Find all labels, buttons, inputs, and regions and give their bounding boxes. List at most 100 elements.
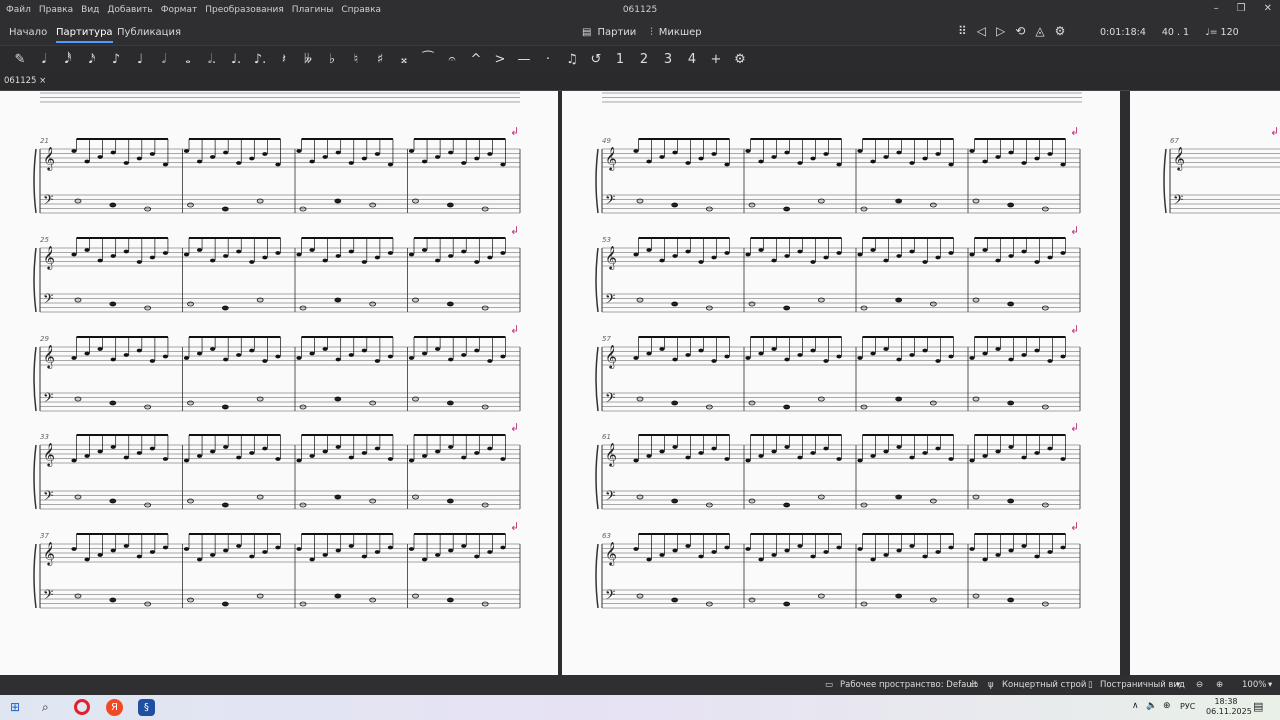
zoom-level[interactable]: 100% <box>1242 680 1266 690</box>
notifications-icon[interactable]: ▤ <box>1253 700 1263 713</box>
toolbar-tool-8-icon[interactable]: 𝅗𝅥. <box>200 52 224 67</box>
system-break-icon[interactable]: ↲ <box>510 520 519 533</box>
toolbar-tool-7-icon[interactable]: 𝅝 <box>176 52 200 67</box>
tray-chevron-icon[interactable]: ∧ <box>1132 701 1139 711</box>
toolbar-tool-22-icon[interactable]: · <box>536 52 560 67</box>
metronome-icon[interactable]: ◬ <box>1035 24 1044 38</box>
toolbar-tool-11-icon[interactable]: 𝄽 <box>272 52 296 67</box>
system-29[interactable]: 𝄞 𝄢 29 ↲ <box>33 323 521 412</box>
toolbar-tool-27-icon[interactable]: 3 <box>656 52 680 67</box>
close-tab-icon[interactable]: × <box>39 76 46 86</box>
toolbar-tool-12-icon[interactable]: 𝄫 <box>296 52 320 67</box>
system-break-icon[interactable]: ↲ <box>510 224 519 237</box>
system-33[interactable]: 𝄞 𝄢 33 ↲ <box>33 421 521 510</box>
tab-home[interactable]: Начало <box>9 24 47 41</box>
system-37[interactable]: 𝄞 𝄢 37 ↲ <box>33 520 521 609</box>
toolbar-tool-14-icon[interactable]: ♮ <box>344 52 368 67</box>
treble-clef-icon: 𝄞 <box>1173 146 1185 171</box>
clock[interactable]: 18:38 06.11.2025 <box>1206 697 1252 717</box>
system-67[interactable]: 𝄞 𝄢 67 ↲ <box>1163 125 1280 214</box>
toolbar-tool-9-icon[interactable]: ♩. <box>224 52 248 67</box>
system-break-icon[interactable]: ↲ <box>510 323 519 336</box>
opera-icon[interactable] <box>74 699 90 715</box>
bass-clef-icon: 𝄢 <box>605 587 615 606</box>
toolbar-tool-19-icon[interactable]: ^ <box>464 52 488 67</box>
parts-icon[interactable]: ▤ <box>582 27 591 38</box>
concert-pitch-icon[interactable]: ▭ <box>970 680 978 690</box>
system-break-icon[interactable]: ↲ <box>1070 125 1079 138</box>
bass-clef-icon: 𝄢 <box>43 488 53 507</box>
toolbar-tool-16-icon[interactable]: 𝄪 <box>392 52 416 67</box>
zoom-out-icon[interactable]: ⊖ <box>1196 680 1203 690</box>
yandex-browser-icon[interactable]: Я <box>106 699 123 716</box>
tab-publish[interactable]: Публикация <box>117 24 181 41</box>
loop-icon[interactable]: ⟲ <box>1015 24 1025 38</box>
system-61[interactable]: 𝄞 𝄢 61 ↲ <box>595 421 1081 510</box>
system-break-icon[interactable]: ↲ <box>1270 125 1279 138</box>
speaker-icon[interactable]: 🔈 <box>1146 701 1157 711</box>
document-tab[interactable]: 061125 × <box>4 76 46 86</box>
system-57[interactable]: 𝄞 𝄢 57 ↲ <box>595 323 1081 412</box>
search-icon[interactable]: ⌕ <box>42 700 49 715</box>
system-break-icon[interactable]: ↲ <box>510 421 519 434</box>
toolbar-tool-18-icon[interactable]: 𝄐 <box>440 52 464 67</box>
toolbar-tool-13-icon[interactable]: ♭ <box>320 52 344 67</box>
network-icon[interactable]: ⊕ <box>1163 701 1171 711</box>
playback-settings-icon[interactable]: ⚙ <box>1055 24 1066 38</box>
system-21[interactable]: 𝄞 𝄢 21 ↲ <box>33 125 521 214</box>
musescore-icon[interactable]: § <box>138 699 155 716</box>
system-break-icon[interactable]: ↲ <box>1070 224 1079 237</box>
mixer-button[interactable]: Микшер <box>659 27 702 38</box>
view-mode-selector[interactable]: Постраничный вид <box>1100 680 1185 690</box>
concert-pitch-toggle[interactable]: Концертный строй <box>1002 680 1086 690</box>
system-break-icon[interactable]: ↲ <box>1070 520 1079 533</box>
toolbar-tool-21-icon[interactable]: — <box>512 52 536 67</box>
zoom-chevron-icon[interactable]: ▾ <box>1268 680 1272 690</box>
toolbar-tool-23-icon[interactable]: ♫ <box>560 52 584 67</box>
system-break-icon[interactable]: ↲ <box>1070 323 1079 336</box>
score-page-1[interactable]: 𝄞 𝄢 21 ↲ 𝄞 𝄢 25 ↲ 𝄞 𝄢 29 ↲ 𝄞 𝄢 33 ↲ 𝄞 𝄢 37 ↲ <box>0 91 558 675</box>
system-63[interactable]: 𝄞 𝄢 63 ↲ <box>595 520 1081 609</box>
keyboard-language[interactable]: РУС <box>1180 702 1195 711</box>
toolbar-tool-2-icon[interactable]: 𝅘𝅥𝅰 <box>56 52 80 67</box>
score-page-2[interactable]: 𝄞 𝄢 49 ↲ 𝄞 𝄢 53 ↲ 𝄞 𝄢 57 ↲ 𝄞 𝄢 61 ↲ 𝄞 𝄢 63 ↲ <box>562 91 1120 675</box>
toolbar-tool-6-icon[interactable]: 𝅗𝅥 <box>152 52 176 67</box>
score-page-3[interactable]: 𝄞 𝄢 67 ↲ <box>1130 91 1280 675</box>
treble-clef-icon: 𝄞 <box>43 344 55 369</box>
toolbar-tool-1-icon[interactable]: 𝅘𝅥 <box>32 52 56 67</box>
close-icon[interactable]: ✕ <box>1264 3 1272 14</box>
score-canvas[interactable]: 𝄞 𝄢 21 ↲ 𝄞 𝄢 25 ↲ 𝄞 𝄢 29 ↲ 𝄞 𝄢 33 ↲ 𝄞 𝄢 37 ↲ 𝄞 𝄢 49 ↲ 𝄞 𝄢 53 ↲ 𝄞 𝄢 57… <box>0 91 1280 675</box>
toolbar-tool-29-icon[interactable]: + <box>704 52 728 67</box>
toolbar-tool-24-icon[interactable]: ↺ <box>584 52 608 67</box>
toolbar-tool-26-icon[interactable]: 2 <box>632 52 656 67</box>
workspace-icon: ▭ <box>825 680 834 690</box>
toolbar-tool-3-icon[interactable]: 𝅘𝅥𝅯 <box>80 52 104 67</box>
mixer-icon[interactable]: ⫶ <box>650 27 653 38</box>
drag-handle-icon[interactable]: ⠿ <box>958 24 967 38</box>
play-icon[interactable]: ▷ <box>996 24 1005 38</box>
system-49[interactable]: 𝄞 𝄢 49 ↲ <box>595 125 1081 214</box>
toolbar-tool-0-icon[interactable]: ✎ <box>8 52 32 67</box>
tab-score[interactable]: Партитура <box>56 24 113 43</box>
toolbar-tool-28-icon[interactable]: 4 <box>680 52 704 67</box>
chevron-down-icon[interactable]: ▾ <box>1176 680 1180 690</box>
toolbar-tool-5-icon[interactable]: ♩ <box>128 52 152 67</box>
rewind-icon[interactable]: ◁ <box>977 24 986 38</box>
toolbar-tool-30-icon[interactable]: ⚙ <box>728 52 752 67</box>
system-25[interactable]: 𝄞 𝄢 25 ↲ <box>33 224 521 313</box>
system-break-icon[interactable]: ↲ <box>510 125 519 138</box>
toolbar-tool-17-icon[interactable]: ⁀ <box>416 52 440 67</box>
toolbar-tool-10-icon[interactable]: ♪. <box>248 52 272 67</box>
toolbar-tool-15-icon[interactable]: ♯ <box>368 52 392 67</box>
windows-start-icon[interactable]: ⊞ <box>10 700 20 714</box>
toolbar-tool-20-icon[interactable]: > <box>488 52 512 67</box>
restore-icon[interactable]: ❐ <box>1237 3 1246 14</box>
system-53[interactable]: 𝄞 𝄢 53 ↲ <box>595 224 1081 313</box>
toolbar-tool-4-icon[interactable]: ♪ <box>104 52 128 67</box>
system-break-icon[interactable]: ↲ <box>1070 421 1079 434</box>
minimize-icon[interactable]: – <box>1214 3 1219 14</box>
zoom-in-icon[interactable]: ⊕ <box>1216 680 1223 690</box>
toolbar-tool-25-icon[interactable]: 1 <box>608 52 632 67</box>
parts-button[interactable]: Партии <box>597 27 636 38</box>
workspace-selector[interactable]: Рабочее пространство: Default <box>840 680 977 690</box>
